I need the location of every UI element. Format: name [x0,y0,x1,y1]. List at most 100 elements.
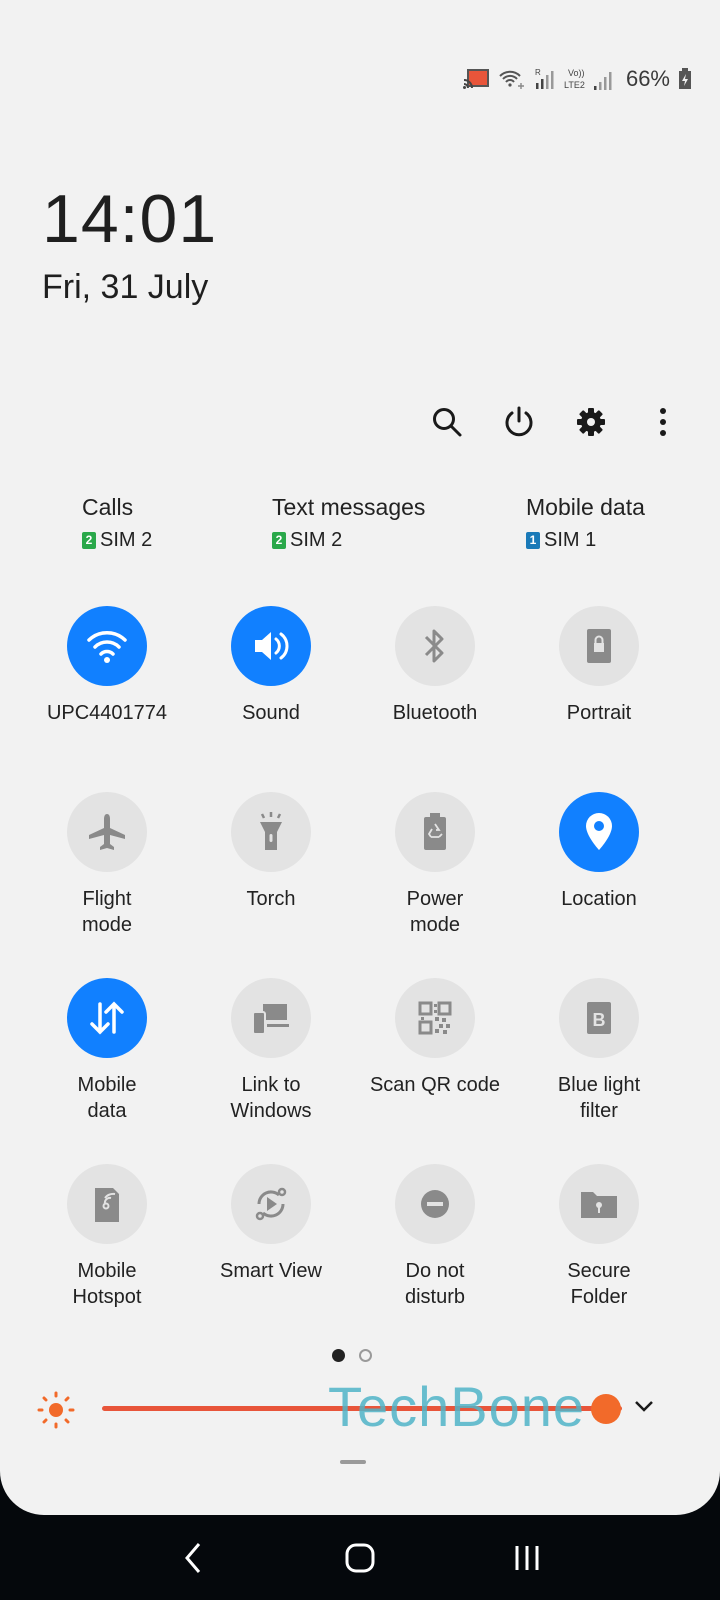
link-to-windows-icon [252,1004,289,1035]
tile-label: Do not disturb [404,1260,466,1308]
tile-label: Mobile Hotspot [72,1260,142,1308]
back-button[interactable] [163,1528,223,1588]
roaming-signal-icon: R [534,67,556,91]
clock-time: 14:01 [42,181,218,257]
tile-label: Smart View [220,1260,322,1282]
tile-do-not-disturb[interactable]: Do not disturb [351,1164,519,1310]
brightness-control: TechBone [36,1375,676,1438]
power-icon [505,406,533,437]
sim-preferences: Calls 2 SIM 2 Text messages 2 SIM 2 Mobile… [0,494,720,564]
power-mode-icon [424,813,446,850]
tile-link-to-windows[interactable]: Link to Windows [187,978,355,1124]
tile-label: Mobile data [77,1074,137,1122]
tile-label: UPC4401774 [46,702,168,724]
do-not-disturb-icon [421,1190,449,1218]
sim-label: SIM 2 [100,529,153,551]
sim-label: SIM 1 [544,529,597,551]
sound-icon [255,632,289,660]
power-button[interactable] [502,402,536,442]
back-icon [185,1542,201,1573]
home-icon [345,1543,375,1572]
torch-icon [260,812,282,850]
tile-sound[interactable]: Sound [187,606,355,726]
tile-label: Secure Folder [567,1260,631,1308]
brightness-slider-thumb[interactable] [591,1394,622,1424]
tile-portrait[interactable]: Portrait [515,606,683,726]
recents-button[interactable] [497,1528,557,1588]
secure-folder-icon [581,1192,617,1218]
tile-secure-folder[interactable]: Secure Folder [515,1164,683,1310]
sim-badge: 2 [82,532,96,549]
tile-scan-qr-code[interactable]: Scan QR code [351,978,519,1098]
sim-pref-title: Calls [82,494,134,520]
tile-label: Blue light filter [557,1074,641,1122]
search-icon [433,408,462,437]
tile-label: Flight mode [81,888,133,936]
sim-badge: 2 [272,532,286,549]
navigation-bar [0,1515,720,1600]
svg-text:LTE2: LTE2 [564,80,585,90]
battery-charging-icon [678,68,692,90]
tile-smart-view[interactable]: Smart View [187,1164,355,1284]
tile-label: Power mode [406,888,464,936]
tile-mobile-hotspot[interactable]: Mobile Hotspot [23,1164,191,1310]
blue-light-filter-icon: B [587,1002,611,1034]
clock-date: Fri, 31 July [42,268,209,306]
tile-label: Location [561,888,637,910]
portrait-lock-icon [587,629,611,663]
bluetooth-icon [424,629,444,663]
svg-text:B: B [593,1010,606,1030]
settings-gear-icon [577,408,605,436]
panel-drag-handle[interactable] [340,1460,366,1464]
location-icon [586,813,612,850]
page-indicator [332,1349,372,1362]
svg-text:Vo)): Vo)) [568,68,585,78]
tile-mobile-data[interactable]: Mobile data [23,978,191,1124]
sim-pref-title: Mobile data [526,494,645,520]
tile-bluetooth[interactable]: Bluetooth [351,606,519,726]
page-dot-active[interactable] [332,1349,345,1362]
tile-label: Link to Windows [230,1074,312,1122]
tile-blue-light-filter[interactable]: B Blue light filter [515,978,683,1124]
search-button[interactable] [430,402,464,442]
sim-pref-text-messages[interactable]: Text messages 2 SIM 2 [272,494,425,552]
tile-location[interactable]: Location [515,792,683,912]
screen-cast-icon [462,68,490,90]
tile-label: Bluetooth [392,702,478,724]
tile-power-mode[interactable]: Power mode [351,792,519,938]
sim-pref-calls[interactable]: Calls 2 SIM 2 [82,494,152,552]
brightness-slider-track[interactable] [102,1406,622,1411]
volte-lte2-signal-icon: Vo)) LTE2 [564,66,614,92]
recents-icon [515,1545,539,1570]
tile-torch[interactable]: Torch [187,792,355,912]
more-options-icon [660,408,666,436]
tile-flight-mode[interactable]: Flight mode [23,792,191,938]
wifi-icon [87,631,127,663]
tile-label: Scan QR code [369,1074,501,1096]
mobile-data-icon [90,1001,124,1035]
svg-text:R: R [535,68,541,77]
settings-button[interactable] [574,402,608,442]
sim-label: SIM 2 [290,529,343,551]
battery-percent: 66% [625,66,670,91]
wifi-calling-icon [498,68,526,90]
home-button[interactable] [330,1528,390,1588]
sim-pref-title: Text messages [272,494,426,520]
tile-wifi[interactable]: UPC4401774 [23,606,191,726]
airplane-icon [89,814,125,850]
tile-label: Portrait [566,702,632,724]
sim-pref-mobile-data[interactable]: Mobile data 1 SIM 1 [526,494,645,552]
brightness-sun-icon [37,1391,75,1429]
tile-label: Sound [242,702,300,724]
status-bar: R Vo)) LTE2 66% [462,64,692,94]
smart-view-icon [255,1187,287,1221]
quick-panel: R Vo)) LTE2 66% 14:01 Fri, 31 July Calls … [0,0,720,1515]
chevron-down-icon[interactable] [632,1394,656,1418]
tile-label: Torch [246,888,296,910]
hotspot-icon [95,1188,119,1222]
sim-badge: 1 [526,532,540,549]
more-options-button[interactable] [646,402,680,442]
qr-code-icon [418,1001,452,1035]
quick-panel-toolbar [430,402,680,442]
page-dot-inactive[interactable] [359,1349,372,1362]
